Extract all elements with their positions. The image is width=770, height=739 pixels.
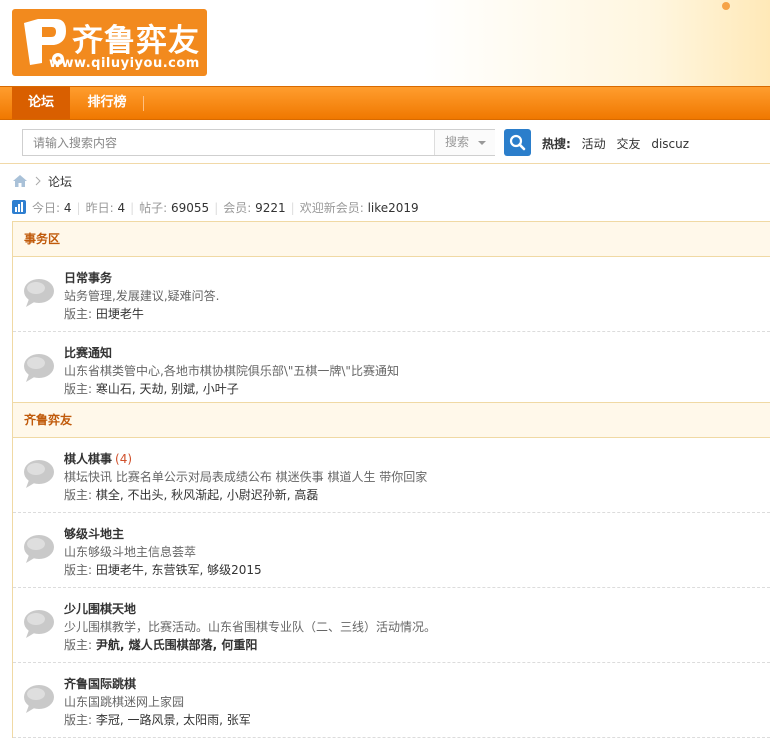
forum-moderators: 版主: 棋全, 不出头, 秋风渐起, 小尉迟孙新, 高磊 [64,486,318,503]
forum-title-text[interactable]: 少儿围棋天地 [64,602,136,616]
divider: | [130,201,135,215]
search-icon [509,134,526,151]
search-type-select[interactable]: 搜索 [434,130,495,155]
stat-members-label: 会员: [223,201,252,215]
logo-name: 齐鲁弈友 [72,23,200,59]
stat-newest-label: 欢迎新会员: [299,201,364,215]
search-button[interactable] [504,129,531,156]
forum-bubble-icon[interactable] [23,458,55,490]
forum-moderators: 版主: 寒山石, 天劫, 别斌, 小叶子 [64,380,239,397]
category-title[interactable]: 事务区 [13,222,770,257]
moderators-label: 版主: [64,638,93,652]
nav-divider [143,96,144,111]
moderator-list[interactable]: 棋全, 不出头, 秋风渐起, 小尉迟孙新, 高磊 [96,488,319,502]
forum-description: 少儿围棋教学，比赛活动。山东省围棋专业队（二、三线）活动情况。 [64,620,437,634]
stat-newest-member[interactable]: like2019 [368,201,419,215]
forum-row: 日常事务 站务管理,发展建议,疑难问答. 版主: 田埂老牛 [13,257,770,332]
forum-bubble-icon[interactable] [23,277,55,309]
moderator-list[interactable]: 寒山石, 天劫, 别斌, 小叶子 [96,382,239,396]
search-type-label: 搜索 [445,135,470,149]
forum-bubble-icon[interactable] [23,683,55,715]
nav-item-forum[interactable]: 论坛 [12,87,70,119]
forum-title-text[interactable]: 日常事务 [64,271,112,285]
stat-today-value: 4 [63,201,72,215]
forum-stats: 今日: 4 | 昨日: 4 | 帖子: 69055 | 会员: 9221 | 欢迎新会员: li… [12,199,419,216]
breadcrumb-current[interactable]: 论坛 [48,173,72,190]
search-bar: 搜索 热搜: 活动 交友 discuz [0,120,770,164]
stat-posts-label: 帖子: [139,201,168,215]
divider: | [290,201,295,215]
moderators-label: 版主: [64,488,93,502]
forum-bubble-icon[interactable] [23,352,55,384]
new-thread-count: (4) [115,452,133,466]
site-header: 齐鲁弈友 www.qiluyiyou.com [0,0,770,86]
decoration-dot [722,2,730,10]
forum-moderators: 版主: 田埂老牛 [64,305,144,322]
forum-title-text[interactable]: 齐鲁国际跳棋 [64,677,136,691]
forum-description: 山东国跳棋迷网上家园 [64,695,185,709]
stat-yesterday-value: 4 [117,201,126,215]
logo-url: www.qiluyiyou.com [49,56,200,71]
forum-title[interactable]: 日常事务 [64,269,112,286]
forum-title[interactable]: 比赛通知 [64,344,112,361]
chevron-down-icon [478,141,486,145]
divider: | [214,201,219,215]
hot-search-label: 热搜: [542,137,571,151]
moderators-label: 版主: [64,382,93,396]
moderator-list[interactable]: 田埂老牛 [96,307,144,321]
hot-searches: 热搜: 活动 交友 discuz [542,135,689,152]
forum-moderators: 版主: 李冠, 一路风景, 太阳雨, 张军 [64,711,251,728]
forum-row: 棋人棋事 (4) 棋坛快讯 比赛名单公示对局表成绩公布 棋迷佚事 棋道人生 带你回… [13,438,770,513]
forum-title-text[interactable]: 棋人棋事 [64,452,112,466]
forum-title[interactable]: 棋人棋事 (4) [64,450,132,467]
forum-moderators: 版主: 田埂老牛, 东营铁军, 够级2015 [64,561,262,578]
forum-row: 比赛通知 山东省棋类管中心,各地市棋协棋院俱乐部\"五棋一牌\"比赛通知 版主:… [13,332,770,407]
forum-title[interactable]: 齐鲁国际跳棋 [64,675,136,692]
hot-search-link[interactable]: 活动 [582,137,606,151]
forum-title-text[interactable]: 比赛通知 [64,346,112,360]
forum-description: 山东够级斗地主信息荟萃 [64,545,197,559]
forum-description: 棋坛快讯 比赛名单公示对局表成绩公布 棋迷佚事 棋道人生 带你回家 [64,470,428,484]
forum-title[interactable]: 少儿围棋天地 [64,600,136,617]
moderator-list[interactable]: 田埂老牛, 东营铁军, 够级2015 [96,563,262,577]
forum-category: 齐鲁弈友 棋人棋事 (4) 棋坛快讯 比赛名单公示对局表成绩公布 棋迷佚事 棋道人… [12,402,770,738]
moderator-list[interactable]: 尹航, 燧人氏围棋部落, 何重阳 [96,638,257,652]
stat-members-value: 9221 [255,201,286,215]
forum-bubble-icon[interactable] [23,608,55,640]
stats-chart-icon [12,200,26,214]
hot-search-link[interactable]: 交友 [616,137,640,151]
stat-posts-value: 69055 [171,201,210,215]
divider: | [76,201,81,215]
nav-item-ranking[interactable]: 排行榜 [72,87,142,119]
chevron-right-icon [35,176,41,186]
moderators-label: 版主: [64,307,93,321]
main-nav: 论坛 排行榜 [0,86,770,120]
forum-title-text[interactable]: 够级斗地主 [64,527,124,541]
moderators-label: 版主: [64,713,93,727]
forum-row: 少儿围棋天地 少儿围棋教学，比赛活动。山东省围棋专业队（二、三线）活动情况。 版… [13,588,770,663]
forum-description: 站务管理,发展建议,疑难问答. [64,289,220,303]
forum-bubble-icon[interactable] [23,533,55,565]
stat-yesterday-label: 昨日: [85,201,114,215]
moderator-list[interactable]: 李冠, 一路风景, 太阳雨, 张军 [96,713,251,727]
forum-title[interactable]: 够级斗地主 [64,525,124,542]
stat-today-label: 今日: [32,201,61,215]
moderators-label: 版主: [64,563,93,577]
forum-description: 山东省棋类管中心,各地市棋协棋院俱乐部\"五棋一牌\"比赛通知 [64,364,399,378]
forum-category: 事务区 日常事务 站务管理,发展建议,疑难问答. 版主: 田埂老牛 比赛通知 山… [12,221,770,408]
site-logo[interactable]: 齐鲁弈友 www.qiluyiyou.com [12,9,207,76]
search-box: 搜索 [22,129,495,156]
forum-row: 够级斗地主 山东够级斗地主信息荟萃 版主: 田埂老牛, 东营铁军, 够级2015 [13,513,770,588]
home-icon[interactable] [12,174,28,188]
forum-moderators: 版主: 尹航, 燧人氏围棋部落, 何重阳 [64,636,257,653]
forum-row: 齐鲁国际跳棋 山东国跳棋迷网上家园 版主: 李冠, 一路风景, 太阳雨, 张军 [13,663,770,738]
category-title[interactable]: 齐鲁弈友 [13,403,770,438]
hot-search-link[interactable]: discuz [651,137,689,151]
search-input[interactable] [23,130,433,155]
